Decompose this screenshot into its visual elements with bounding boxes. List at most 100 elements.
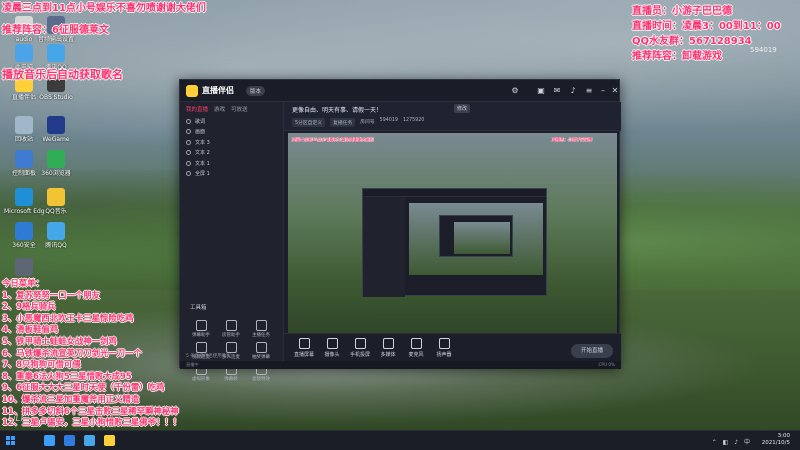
app-icon — [15, 116, 33, 134]
bell-icon[interactable]: ♪ — [568, 86, 578, 96]
overlay-recommend: 推荐阵容：6征服德莱文 — [2, 25, 109, 36]
preview-overlay-text: 凌晨三点到11点小号娱乐不喜勿喷谢谢大佬们 — [292, 137, 374, 142]
status-right: CPU 0% — [598, 362, 616, 367]
overlay-schedule: 凌晨三点到11点小号娱乐不喜勿喷谢谢大佬们 — [2, 3, 206, 14]
source-button[interactable]: 直播屏幕 — [290, 338, 318, 358]
gift-icon[interactable]: ▣ — [536, 86, 546, 96]
nested-app-window — [362, 188, 547, 297]
tool-label: 滤镜特效 — [252, 377, 270, 382]
tools-title: 工具箱 — [190, 305, 207, 311]
app-icon — [15, 188, 33, 206]
visibility-icon[interactable] — [186, 171, 191, 177]
nested-preview-2 — [454, 222, 510, 254]
desktop-icon[interactable]: 腾讯QQ — [36, 44, 76, 71]
tool-icon — [255, 320, 267, 331]
scene-label: 文本 1 — [195, 160, 210, 167]
tool-label: 弹幕姬 — [224, 377, 238, 382]
menu-item: 3、小恶魔西北吹王卡三星惊险吃鸡 — [2, 312, 134, 323]
desktop-icon-label: 360浏览器 — [41, 170, 71, 177]
category-chip[interactable]: 5分区自定义 — [292, 118, 326, 127]
source-label: 多媒体 — [380, 352, 396, 358]
task-chip[interactable]: 复播任务 — [330, 118, 356, 127]
edit-title-button[interactable]: 修改 — [454, 104, 471, 113]
source-button[interactable]: 多媒体 — [374, 338, 402, 358]
app-icon — [47, 44, 65, 62]
menu-item: 1、复苏努努一口一个朋友 — [2, 289, 100, 300]
app-logo-icon — [186, 85, 198, 97]
source-icon — [326, 338, 338, 349]
source-label: 麦克风 — [408, 352, 424, 358]
tool-button[interactable]: 房管助手 — [216, 320, 246, 338]
source-label: 手机投屏 — [349, 352, 370, 358]
visibility-icon[interactable] — [186, 118, 191, 124]
source-button[interactable]: 扬声器 — [430, 338, 458, 358]
app-icon — [15, 258, 33, 276]
desktop-icon[interactable]: 腾讯QQ — [36, 222, 76, 249]
today-menu: 今日菜单： 1、复苏努努一口一个朋友 2、9格兵骑兵 3、小恶魔西北吹王卡三星惊险吃… — [2, 278, 192, 429]
scene-item[interactable]: 歌词 — [180, 116, 283, 127]
scene-label: 全屏 1 — [195, 171, 210, 178]
app-window: 直播伴侣 版本 ⚙ ▣ ✉ ♪ ≡ – ✕ 我的直播 游戏 可放送 歌词 画面 文本 3… — [179, 79, 621, 382]
start-live-button[interactable]: 开始直播 — [571, 344, 613, 358]
source-button[interactable]: 手机投屏 — [346, 338, 374, 358]
menu-item: 10、爆杀流三星加重魔斧用正义精造 — [2, 393, 140, 404]
desktop-icon[interactable]: WeGame — [36, 116, 76, 143]
mail-icon[interactable]: ✉ — [552, 86, 562, 96]
menu-item: 6、马铁爆杀流宣英刀刀剑光一刀一个 — [2, 347, 142, 358]
visibility-icon[interactable] — [186, 139, 191, 145]
edge-taskbar-icon[interactable] — [64, 435, 75, 446]
sidebar-tabs: 我的直播 游戏 可放送 — [180, 102, 283, 116]
tool-button[interactable]: 抽奖弹幕 — [246, 342, 276, 360]
tool-button[interactable]: 主播任务 — [246, 320, 276, 338]
scene-label: 画面 — [195, 129, 206, 136]
visibility-icon[interactable] — [186, 129, 191, 135]
desktop-icon-label: WeGame — [42, 136, 70, 143]
tool-icon — [195, 320, 207, 331]
browser-taskbar-icon[interactable] — [44, 435, 55, 446]
live-companion-taskbar-icon[interactable] — [104, 435, 115, 446]
overlay-stream-info: 直播员：小游子巴巴德 直播时间：凌晨3：00到11：00 QQ水友群：56712… — [632, 4, 800, 64]
start-icon[interactable] — [6, 436, 15, 445]
stream-header: 更像自由、明天有事、请假一天！ 修改 5分区自定义 复播任务 房间号 59401… — [284, 102, 621, 131]
sidebar-tab[interactable]: 游戏 — [214, 105, 225, 113]
system-tray[interactable]: ⌃ ◧ ♪ 中 — [712, 437, 752, 446]
nested-app-window-2 — [439, 215, 513, 257]
overlay-time: 直播时间：凌晨3：00到11：00 — [632, 21, 781, 32]
clock-time: 3:00 — [777, 433, 790, 439]
app-sidebar: 我的直播 游戏 可放送 歌词画面 文本 3 文本 2 文本 1 全屏 1 工具箱 弹幕助手 房… — [180, 102, 284, 382]
minimize-icon[interactable]: – — [598, 86, 608, 96]
tool-label: 主播任务 — [252, 333, 270, 338]
tutorial-link[interactable]: 5 条直播伴侣使用教程 — [186, 353, 231, 359]
settings-icon[interactable]: ⚙ — [510, 86, 520, 96]
tool-button[interactable]: 弹幕助手 — [186, 320, 216, 338]
visibility-icon[interactable] — [186, 160, 191, 166]
stream-preview[interactable]: 凌晨三点到11点小号娱乐不喜勿喷谢谢大佬们 直播员：小游子巴巴德 — [288, 133, 617, 333]
desktop-icon[interactable]: 360浏览器 — [36, 150, 76, 177]
source-button[interactable]: 摄像头 — [318, 338, 346, 358]
scene-label: 文本 2 — [195, 150, 210, 157]
scene-item[interactable]: 画面 — [180, 127, 283, 138]
menu-icon[interactable]: ≡ — [584, 86, 594, 96]
qq-taskbar-icon[interactable] — [84, 435, 95, 446]
tool-icon — [195, 342, 207, 353]
visibility-icon[interactable] — [186, 150, 191, 156]
scene-item[interactable]: 全屏 1 — [180, 169, 283, 180]
sidebar-tab[interactable]: 我的直播 — [186, 105, 208, 113]
app-icon — [47, 150, 65, 168]
watermark-logo: LiLi — [8, 414, 24, 424]
source-button[interactable]: 麦克风 — [402, 338, 430, 358]
source-icon — [298, 338, 310, 349]
scene-item[interactable]: 文本 2 — [180, 148, 283, 159]
clock[interactable]: 3:00 2021/10/5 — [762, 433, 790, 447]
desktop-icon[interactable]: QQ音乐 — [36, 188, 76, 215]
close-icon[interactable]: ✕ — [610, 86, 620, 96]
menu-item: 9、6征服大大大三星时天使（千份雷）吃鸡 — [2, 382, 165, 393]
menu-item: 8、重拳6法火狗5三星惜败大成95 — [2, 370, 132, 381]
scene-item[interactable]: 文本 3 — [180, 137, 283, 148]
tool-label: 抽奖弹幕 — [252, 355, 270, 360]
tool-icon — [225, 320, 237, 331]
sidebar-tab[interactable]: 可放送 — [231, 105, 248, 113]
scene-item[interactable]: 文本 1 — [180, 158, 283, 169]
tool-icon — [255, 342, 267, 353]
version-badge[interactable]: 版本 — [246, 86, 266, 96]
